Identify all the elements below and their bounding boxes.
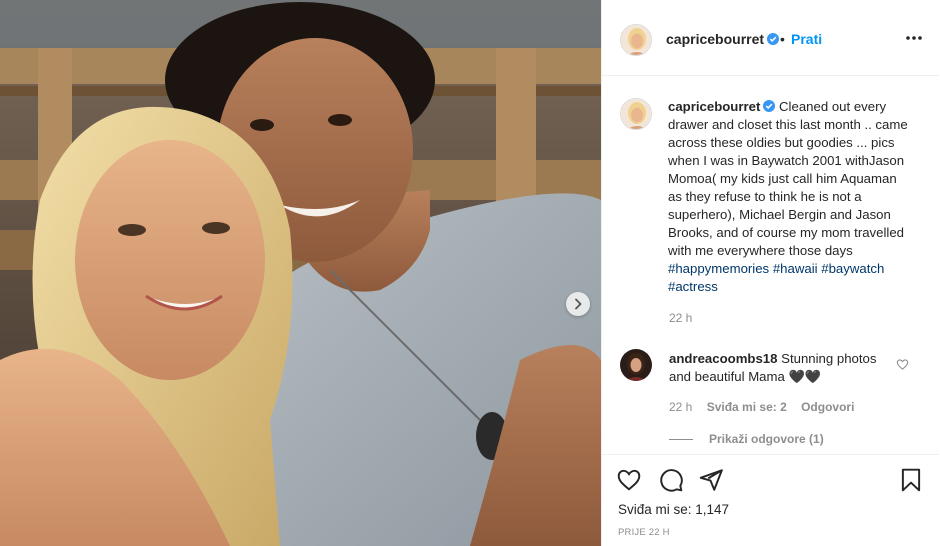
reply-button[interactable]: Odgovori	[801, 400, 854, 414]
instagram-post-window: capricebourret • Prati capricebourret Cl…	[0, 0, 940, 546]
chevron-right-icon	[575, 298, 582, 310]
more-horizontal-icon[interactable]	[904, 30, 924, 46]
caption-username[interactable]: capricebourret	[668, 99, 760, 114]
avatar-image	[621, 25, 651, 55]
comment-likes-count[interactable]: Sviđa mi se: 2	[707, 400, 787, 414]
heart-icon[interactable]	[616, 467, 642, 493]
comment-meta: 22 h Sviđa mi se: 2 Odgovori	[669, 400, 865, 414]
avatar-image	[620, 349, 652, 381]
comment-timestamp[interactable]: 22 h	[669, 400, 692, 414]
comments-list[interactable]: capricebourret Cleaned out every drawer …	[602, 77, 939, 453]
commenter-avatar[interactable]	[620, 349, 652, 381]
comment-body: andreacoombs18 Stunning photos and beaut…	[669, 350, 889, 386]
avatar-image	[621, 99, 651, 129]
hashtag-link[interactable]: #baywatch	[821, 261, 884, 276]
verified-badge-icon	[767, 33, 780, 45]
hashtag-link[interactable]: #hawaii	[773, 261, 818, 276]
verified-badge-icon	[763, 100, 776, 112]
post-photo[interactable]	[0, 0, 601, 546]
hashtag-link[interactable]: #actress	[668, 279, 718, 294]
view-replies-button[interactable]: Prikaži odgovore (1)	[669, 432, 824, 446]
post-caption: capricebourret Cleaned out every drawer …	[668, 98, 908, 296]
comment-icon[interactable]	[658, 467, 684, 493]
hashtag-link[interactable]: #happymemories	[668, 261, 769, 276]
post-header: capricebourret • Prati	[602, 0, 939, 76]
caption-author-avatar[interactable]	[620, 98, 652, 130]
comment-like-heart-icon[interactable]	[896, 358, 909, 371]
post-actions-bar: Sviđa mi se: 1,147 PRIJE 22 H	[602, 454, 939, 546]
view-replies-label: Prikaži odgovore (1)	[709, 432, 824, 446]
post-likes-count[interactable]: Sviđa mi se: 1,147	[618, 502, 729, 517]
post-date[interactable]: PRIJE 22 H	[618, 527, 670, 538]
bookmark-icon[interactable]	[898, 467, 924, 493]
author-username[interactable]: capricebourret	[666, 31, 780, 47]
caption-timestamp[interactable]: 22 h	[669, 311, 692, 325]
follow-button[interactable]: Prati	[791, 31, 822, 47]
post-side-panel: capricebourret • Prati capricebourret Cl…	[601, 0, 940, 546]
next-photo-button[interactable]	[566, 292, 590, 316]
share-icon[interactable]	[698, 467, 724, 493]
commenter-username[interactable]: andreacoombs18	[669, 351, 777, 366]
caption-text: Cleaned out every drawer and closet this…	[668, 99, 908, 258]
author-avatar[interactable]	[620, 24, 652, 56]
post-image	[0, 0, 601, 546]
separator-dot: •	[780, 31, 785, 47]
replies-divider-line	[669, 438, 693, 440]
